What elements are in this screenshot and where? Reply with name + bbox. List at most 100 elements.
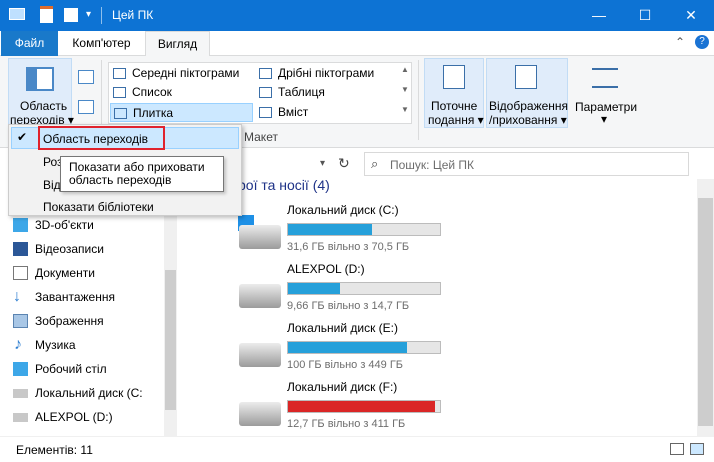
gallery-more-icon[interactable]: ▼ [401, 105, 409, 114]
options-icon [592, 68, 618, 88]
sidebar-item-label: ALEXPOL (D:) [35, 410, 113, 424]
current-view-icon [443, 65, 465, 89]
show-hide-icon [515, 65, 537, 89]
hard-drive-icon [239, 284, 281, 308]
sidebar-item-documents[interactable]: Документи [13, 261, 95, 285]
sidebar-item-local-disk-c[interactable]: Локальний диск (C: [13, 381, 143, 405]
hard-drive-icon [239, 343, 281, 367]
content-scrollbar-thumb[interactable] [698, 198, 713, 426]
content-icon [259, 107, 272, 118]
search-icon: ⌕ [371, 156, 379, 171]
details-view-icon[interactable] [670, 443, 684, 455]
search-box[interactable]: ⌕ Пошук: Цей ПК [364, 152, 689, 176]
sidebar-item-label: 3D-об'єкти [35, 218, 94, 232]
drive-d[interactable]: ALEXPOL (D:) 9,66 ГБ вільно з 14,7 ГБ [237, 262, 697, 318]
tab-computer[interactable]: Комп'ютер [58, 31, 145, 56]
details-pane-icon[interactable] [78, 100, 94, 114]
layout-group-label: Макет [244, 130, 278, 144]
items-count: Елементів: 11 [16, 443, 93, 457]
menu-item-show-libraries[interactable]: Показати бібліотеки [43, 200, 154, 214]
options-button[interactable]: Параметри ▾ [572, 58, 638, 128]
sidebar-item-label: Документи [35, 266, 95, 280]
section-header[interactable]: рої та носії (4) [238, 177, 330, 193]
maximize-button[interactable]: ☐ [622, 0, 668, 31]
drive-e[interactable]: Локальний диск (E:) 100 ГБ вільно з 449 … [237, 321, 697, 377]
tooltip: Показати або приховати область переходів [60, 156, 224, 192]
divider [101, 7, 102, 24]
desktop-icon [13, 362, 28, 376]
layout-small-icons-label: Дрібні піктограми [278, 66, 375, 80]
sidebar-scrollbar-thumb[interactable] [165, 270, 176, 410]
sidebar-item-label: Робочий стіл [35, 362, 107, 376]
layout-medium-icons[interactable]: Середні піктограми [110, 64, 253, 83]
drive-name: Локальний диск (E:) [287, 321, 398, 335]
gallery-scroll-up-icon[interactable]: ▲ [401, 65, 409, 74]
sidebar-item-pictures[interactable]: Зображення [13, 309, 104, 333]
help-icon[interactable]: ? [695, 35, 709, 49]
drive-free-space: 9,66 ГБ вільно з 14,7 ГБ [287, 300, 410, 312]
drive-usage-fill [288, 283, 340, 294]
hard-drive-icon [239, 225, 281, 249]
window-title: Цей ПК [112, 8, 154, 22]
preview-pane-icon[interactable] [78, 70, 94, 84]
details-icon [259, 87, 272, 98]
current-view-label-2: подання ▾ [428, 113, 484, 127]
drive-f[interactable]: Локальний диск (F:) 12,7 ГБ вільно з 411… [237, 380, 697, 436]
address-dropdown-icon[interactable]: ▾ [320, 158, 325, 169]
show-hide-button[interactable]: Відображення /приховання ▾ [486, 58, 568, 128]
ribbon-divider [418, 60, 419, 140]
properties-icon[interactable] [40, 6, 53, 23]
drive-icon [13, 413, 28, 422]
menu-item-navigation-pane[interactable]: Область переходів [43, 132, 148, 146]
search-input[interactable]: Пошук: Цей ПК [390, 158, 474, 172]
layout-tiles-label: Плитка [133, 106, 174, 120]
refresh-icon[interactable]: ↻ [338, 155, 350, 172]
sidebar-item-downloads[interactable]: ↓ Завантаження [13, 285, 115, 309]
layout-list-label: Список [132, 85, 172, 99]
tab-file[interactable]: Файл [1, 31, 58, 56]
layout-details[interactable]: Таблиця [256, 83, 399, 102]
tiles-icon [114, 108, 127, 119]
tooltip-line-2: область переходів [69, 173, 172, 187]
layout-content[interactable]: Вміст [256, 103, 399, 122]
music-note-icon: ♪ [14, 336, 22, 353]
drive-usage-bar [287, 282, 441, 295]
gallery-scroll-down-icon[interactable]: ▼ [401, 85, 409, 94]
collapse-ribbon-icon[interactable]: ⌃ [675, 35, 685, 49]
drive-free-space: 31,6 ГБ вільно з 70,5 ГБ [287, 241, 410, 253]
navigation-pane-label-1: Область [20, 99, 68, 113]
minimize-button[interactable]: — [576, 0, 622, 31]
new-folder-icon[interactable] [64, 8, 78, 22]
show-hide-label-2: /приховання ▾ [489, 113, 567, 127]
sidebar-item-videos[interactable]: Відеозаписи [13, 237, 104, 261]
layout-small-icons[interactable]: Дрібні піктограми [256, 64, 399, 83]
quick-access-dropdown-icon[interactable]: ▾ [86, 9, 91, 20]
download-arrow-icon: ↓ [13, 288, 21, 305]
layout-tiles[interactable]: Плитка [110, 103, 253, 122]
drive-c[interactable]: Локальний диск (C:) 31,6 ГБ вільно з 70,… [237, 203, 697, 259]
navigation-pane: 3D-об'єкти Відеозаписи Документи ↓ Завант… [0, 179, 177, 436]
navigation-pane-button[interactable]: Область переходів ▾ [8, 58, 74, 127]
drive-name: Локальний диск (F:) [287, 380, 398, 394]
navigation-pane-icon [26, 67, 54, 91]
video-icon [13, 242, 28, 256]
layout-content-label: Вміст [278, 105, 309, 119]
drive-free-space: 100 ГБ вільно з 449 ГБ [287, 359, 404, 371]
layout-list[interactable]: Список [110, 83, 253, 102]
sidebar-item-3d-objects[interactable]: 3D-об'єкти [13, 213, 94, 237]
sidebar-item-alexpol-d[interactable]: ALEXPOL (D:) [13, 405, 113, 429]
drive-name: ALEXPOL (D:) [287, 262, 365, 276]
layout-details-label: Таблиця [278, 85, 325, 99]
drive-usage-bar [287, 341, 441, 354]
close-button[interactable]: ✕ [668, 0, 714, 31]
sidebar-item-label: Завантаження [35, 290, 115, 304]
checkmark-icon: ✔ [17, 130, 28, 144]
current-view-button[interactable]: Поточне подання ▾ [424, 58, 484, 128]
tiles-view-icon[interactable] [690, 443, 704, 455]
drive-free-space: 12,7 ГБ вільно з 411 ГБ [287, 418, 406, 430]
sidebar-item-music[interactable]: ♪ Музика [14, 333, 76, 357]
layout-gallery: Середні піктограми Список Плитка Дрібні … [108, 62, 412, 124]
title-bar: ▾ Цей ПК — ☐ ✕ [0, 0, 714, 31]
tab-view[interactable]: Вигляд [145, 31, 210, 57]
sidebar-item-desktop[interactable]: Робочий стіл [13, 357, 107, 381]
